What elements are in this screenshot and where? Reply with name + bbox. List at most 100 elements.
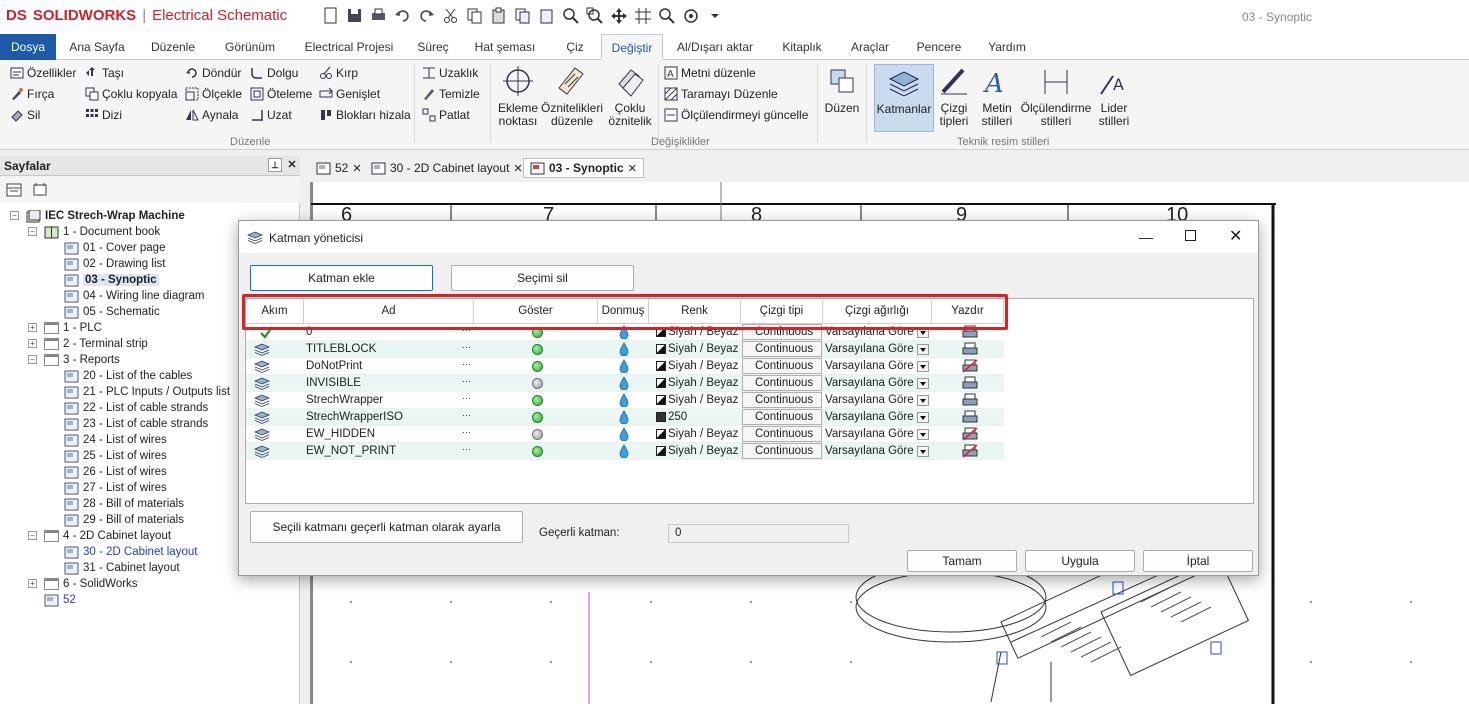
ribbon-big1-2[interactable]: Çoklu öznitelik [607,64,653,128]
tree-item[interactable]: 01 - Cover page [64,240,165,256]
tree-item[interactable]: 04 - Wiring line diagram [64,288,204,304]
chevron-down-icon[interactable] [917,429,929,440]
tree-item[interactable]: 05 - Schematic [64,304,160,320]
tree-item[interactable]: 27 - List of wires [64,480,167,496]
visibility-toggle[interactable] [532,395,543,406]
ellipsis-button[interactable]: ··· [462,339,472,356]
layer-color[interactable]: Siyah / Beyaz [668,358,740,375]
linetype-field[interactable]: Continuous [742,358,822,374]
ribbon-big1-1[interactable]: Öznitelikleri düzenle [540,64,604,128]
search-icon[interactable] [658,7,676,25]
new-icon[interactable] [322,7,340,25]
lineweight-field[interactable]: Varsayılana Göre [825,409,913,426]
chevron-down-icon[interactable] [917,395,929,406]
freeze-drop-icon[interactable] [619,393,629,407]
tree-item[interactable]: 22 - List of cable strands [64,400,208,416]
freeze-drop-icon[interactable] [619,359,629,373]
tab-3[interactable]: Görünüm [210,34,290,60]
tab-5[interactable]: Süreç [408,34,458,60]
cancel-button[interactable]: İptal [1143,550,1253,572]
tree-item[interactable]: 23 - List of cable strands [64,416,208,432]
layer-color[interactable]: Siyah / Beyaz [668,392,740,409]
ribbon-big2-0[interactable]: Düzen [823,64,861,115]
tree-expander[interactable]: − [28,531,37,540]
freeze-drop-icon[interactable] [619,410,629,424]
tree-expander[interactable]: + [28,579,37,588]
doc-tab-1[interactable]: 30 - 2D Cabinet layout ✕ [365,158,529,178]
layer-color[interactable]: 250 [668,409,740,426]
no-print-icon[interactable] [962,427,978,441]
tree-expander[interactable]: − [10,211,19,220]
tree-expander[interactable]: + [28,339,37,348]
linetype-field[interactable]: Continuous [742,409,822,425]
add-layer-button[interactable]: Katman ekle [250,265,433,291]
tree-item[interactable]: 1 - Document book [44,224,160,240]
chevron-down-icon[interactable] [917,378,929,389]
visibility-toggle[interactable] [532,446,543,457]
layer-name[interactable]: TITLEBLOCK [306,341,456,358]
ribbon-col6-0[interactable]: Uzaklık [422,64,478,82]
ellipsis-button[interactable]: ··· [462,390,472,407]
ribbon-big1-0[interactable]: Ekleme noktası [498,64,538,128]
ribbon-col4-0[interactable]: Dolgu [250,64,298,82]
ribbon-col4-2[interactable]: Uzat [250,106,292,124]
layer-color[interactable]: Siyah / Beyaz [668,375,740,392]
ribbon-col5-0[interactable]: Kırp [319,64,358,82]
printer-icon[interactable] [962,342,978,356]
layer-name[interactable]: EW_NOT_PRINT [306,443,456,460]
chevron-down-icon[interactable] [917,344,929,355]
ribbon-col7-0[interactable]: A Metni düzenle [664,64,756,82]
ribbon-big2-5[interactable]: A Lider stilleri [1096,64,1132,128]
doc-tab-2[interactable]: 03 - Synoptic ✕ [523,158,644,178]
linetype-field[interactable]: Continuous [742,392,822,408]
freeze-drop-icon[interactable] [619,342,629,356]
close-icon[interactable]: ✕ [628,162,637,175]
visibility-toggle[interactable] [532,378,543,389]
tree-item[interactable]: 3 - Reports [44,352,120,368]
tree-item[interactable]: 26 - List of wires [64,464,167,480]
page-paste-icon[interactable] [538,7,556,25]
tree-item[interactable]: 29 - Bill of materials [64,512,184,528]
chevron-down-icon[interactable] [917,361,929,372]
visibility-toggle[interactable] [532,412,543,423]
tree-item[interactable]: 02 - Drawing list [64,256,165,272]
visibility-toggle[interactable] [532,361,543,372]
tree-item[interactable]: 6 - SolidWorks [44,576,138,592]
printer-icon[interactable] [962,376,978,390]
tab-9[interactable]: Al/Dışarı aktar [665,34,765,60]
lineweight-field[interactable]: Varsayılana Göre [825,341,913,358]
linetype-field[interactable]: Continuous [742,375,822,391]
no-print-icon[interactable] [962,359,978,373]
ellipsis-button[interactable]: ··· [462,407,472,424]
ribbon-col6-1[interactable]: Temizle [422,85,480,103]
tree-item[interactable]: 52 [44,592,76,608]
tree-item[interactable]: 4 - 2D Cabinet layout [44,528,171,544]
ribbon-col7-1[interactable]: Taramayı Düzenle [664,85,778,103]
paste-icon[interactable] [490,7,508,25]
no-print-icon[interactable] [962,444,978,458]
cut-icon[interactable] [442,7,460,25]
ribbon-col5-1[interactable]: Genişlet [319,85,380,103]
print-icon[interactable] [370,7,388,25]
tab-0[interactable]: Dosya [0,34,56,60]
tree-item[interactable]: 2 - Terminal strip [44,336,148,352]
ok-button[interactable]: Tamam [907,550,1017,572]
visibility-toggle[interactable] [532,344,543,355]
grid-icon[interactable] [634,7,652,25]
apply-button[interactable]: Uygula [1025,550,1135,572]
layer-name[interactable]: StrechWrapperISO [306,409,456,426]
tree-item[interactable]: 25 - List of wires [64,448,167,464]
tab-7[interactable]: Çiz [551,34,599,60]
tab-8[interactable]: Değiştir [601,34,663,60]
tree-expander[interactable]: + [28,323,37,332]
tree-item[interactable]: 24 - List of wires [64,432,167,448]
copy-icon[interactable] [466,7,484,25]
layer-name[interactable]: EW_HIDDEN [306,426,456,443]
pan-icon[interactable] [610,7,628,25]
minimize-button[interactable]: — [1139,229,1153,245]
redo-icon[interactable] [418,7,436,25]
layer-name[interactable]: StrechWrapper [306,392,456,409]
chevron-down-icon[interactable] [917,412,929,423]
tab-10[interactable]: Kitaplık [768,34,836,60]
tree-item[interactable]: 30 - 2D Cabinet layout [64,544,197,560]
